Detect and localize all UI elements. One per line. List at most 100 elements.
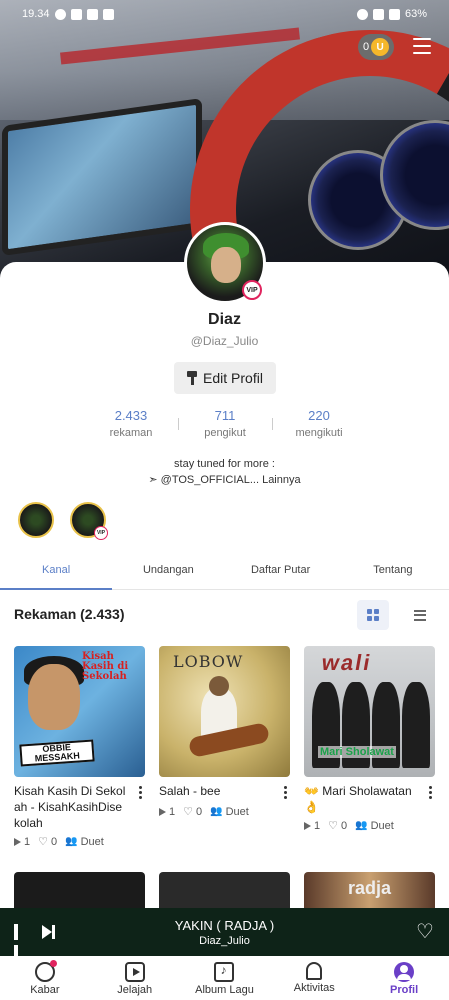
badge-icon[interactable]	[18, 502, 54, 538]
bottom-nav: Kabar Jelajah Album Lagu Aktivitas Profi…	[0, 956, 449, 1000]
badge-icon[interactable]: VIP	[70, 502, 108, 540]
heart-icon: ♡	[183, 806, 193, 818]
coin-count: 0	[363, 41, 370, 53]
recording-card[interactable]: wali Mari Sholawat 👐 Mari Sholawatan 👌 1…	[304, 646, 435, 848]
recording-title[interactable]: Salah - bee	[159, 783, 271, 801]
vip-badge: VIP	[242, 280, 262, 300]
profile-bio[interactable]: stay tuned for more : ➣ @TOS_OFFICIAL...…	[0, 456, 449, 488]
more-options-icon[interactable]	[425, 783, 435, 815]
duet-icon: 👥	[355, 820, 368, 831]
stat-label: mengikuti	[295, 427, 343, 439]
nav-label: Aktivitas	[293, 982, 335, 994]
like-count: 0	[51, 835, 58, 848]
mini-player[interactable]: YAKIN ( RADJA ) Diaz_Julio ♡	[0, 908, 449, 961]
nav-label: Album Lagu	[195, 984, 254, 996]
tab-tentang[interactable]: Tentang	[337, 556, 449, 589]
recording-card[interactable]: Kisah Kasih di Sekolah OBBIE MESSAKH Kis…	[14, 646, 145, 848]
stat-label: rekaman	[109, 427, 153, 439]
menu-icon[interactable]	[413, 38, 431, 54]
more-options-icon[interactable]	[280, 783, 290, 801]
recording-meta: 1 ♡ 0 👥 Duet	[14, 835, 145, 848]
edit-profile-label: Edit Profil	[203, 370, 263, 386]
section-title: Rekaman (2.433)	[14, 606, 125, 622]
heart-icon[interactable]: ♡	[416, 922, 434, 942]
heart-icon: ♡	[328, 820, 338, 832]
nav-album-lagu[interactable]: Album Lagu	[180, 956, 270, 1000]
recording-cover[interactable]	[14, 872, 145, 912]
like-count: 0	[341, 819, 348, 832]
edit-profile-button[interactable]: Edit Profil	[174, 362, 276, 394]
stat-value: 220	[308, 408, 330, 423]
cover-title: Kisah Kasih di Sekolah	[82, 651, 129, 682]
tab-daftar-putar[interactable]: Daftar Putar	[225, 556, 337, 589]
duet-label: Duet	[225, 805, 249, 818]
play-count-icon	[304, 821, 311, 830]
bio-line: stay tuned for more :	[174, 458, 275, 470]
play-count-icon	[159, 807, 166, 816]
coin-icon: U	[371, 38, 390, 56]
tab-kanal[interactable]: Kanal	[0, 556, 113, 590]
battery-level: 63%	[404, 8, 427, 20]
cover-title: wali	[319, 650, 374, 675]
recording-cover[interactable]: radja	[304, 872, 435, 912]
play-count-icon	[14, 837, 21, 846]
profile-name: Diaz	[208, 311, 241, 328]
stat-following[interactable]: 220 mengikuti	[272, 408, 366, 439]
nav-jelajah[interactable]: Jelajah	[90, 956, 180, 1000]
recording-title[interactable]: Kisah Kasih Di Sekolah - KisahKasihDisek…	[14, 783, 126, 831]
stat-value: 2.433	[114, 408, 148, 423]
brush-icon	[187, 371, 198, 385]
battery-icon	[388, 8, 400, 20]
player-artist: Diaz_Julio	[199, 935, 250, 947]
recording-cover[interactable]: wali Mari Sholawat	[304, 646, 435, 777]
duet-icon: 👥	[65, 836, 78, 847]
profile-tabs: Kanal Undangan Daftar Putar Tentang	[0, 556, 449, 590]
recording-title[interactable]: 👐 Mari Sholawatan 👌	[304, 783, 416, 815]
status-time: 19.34	[22, 8, 50, 20]
recording-cover[interactable]	[159, 872, 290, 912]
nav-profil[interactable]: Profil	[359, 956, 449, 1000]
like-count: 0	[196, 805, 203, 818]
youtube-icon	[86, 8, 98, 20]
coin-button[interactable]: 0 U	[358, 34, 394, 60]
tab-undangan[interactable]: Undangan	[112, 556, 224, 589]
x-icon	[70, 8, 82, 20]
grid-view-icon[interactable]	[357, 600, 389, 630]
profile-stats: 2.433 rekaman 711 pengikut 220 mengikuti	[84, 408, 366, 439]
nav-label: Jelajah	[117, 984, 153, 996]
nav-aktivitas[interactable]: Aktivitas	[269, 956, 359, 1000]
nav-label: Kabar	[30, 984, 60, 996]
youtube-icon	[102, 8, 114, 20]
nav-kabar[interactable]: Kabar	[0, 956, 90, 1000]
recording-meta: 1 ♡ 0 👥 Duet	[159, 805, 290, 818]
play-count: 1	[169, 805, 176, 818]
duet-icon: 👥	[210, 806, 223, 817]
play-icon	[124, 962, 145, 982]
recording-grid: Kisah Kasih di Sekolah OBBIE MESSAKH Kis…	[14, 646, 438, 848]
vip-mini-badge: VIP	[94, 526, 108, 540]
stat-recordings[interactable]: 2.433 rekaman	[84, 408, 178, 439]
recording-cover[interactable]: Kisah Kasih di Sekolah OBBIE MESSAKH	[14, 646, 145, 777]
recording-grid-row: radja	[14, 872, 438, 912]
duet-label: Duet	[80, 835, 104, 848]
bell-icon	[306, 962, 323, 980]
recording-cover[interactable]: LOBOW	[159, 646, 290, 777]
profile-handle: @Diaz_Julio	[190, 334, 259, 348]
messenger-icon	[54, 8, 66, 20]
play-count: 1	[24, 835, 31, 848]
list-view-icon[interactable]	[404, 600, 436, 630]
cover-subtitle: Mari Sholawat	[318, 746, 396, 758]
more-options-icon[interactable]	[135, 783, 145, 831]
recording-card[interactable]: LOBOW Salah - bee 1 ♡ 0 👥 Duet	[159, 646, 290, 848]
stat-value: 711	[214, 408, 236, 423]
profile-icon	[394, 962, 415, 982]
play-count: 1	[314, 819, 321, 832]
status-bar: 19.34 63%	[0, 0, 449, 28]
bio-line: ➣ @TOS_OFFICIAL... Lainnya	[148, 474, 301, 486]
headphones-icon	[356, 8, 368, 20]
cover-title: LOBOW	[173, 652, 244, 671]
heart-icon: ♡	[38, 836, 48, 848]
signal-icon	[372, 8, 384, 20]
stat-followers[interactable]: 711 pengikut	[178, 408, 272, 439]
player-title: YAKIN ( RADJA )	[174, 918, 275, 933]
